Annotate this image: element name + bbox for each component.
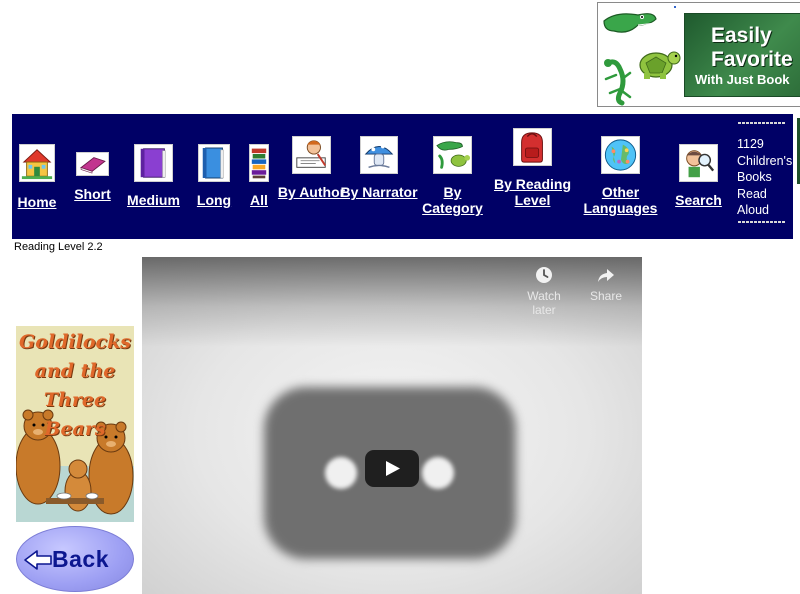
nav-other-languages-label[interactable]: Other Languages (581, 184, 660, 216)
main-nav: Home Short Medium Long All By Author By … (12, 114, 800, 239)
alligator-turtle-lizard-art (603, 13, 681, 106)
house-icon[interactable] (19, 144, 55, 182)
play-icon (386, 461, 400, 476)
left-arrow-icon (24, 550, 52, 570)
nav-by-narrator-label[interactable]: By Narrator (340, 184, 418, 200)
back-button-label[interactable]: Back (52, 546, 109, 573)
watch-later-label: Watch later (527, 289, 561, 317)
book-count-text: 1129 Children's Books Read Aloud (737, 137, 793, 217)
nav-short[interactable]: Short (74, 152, 111, 202)
clock-icon (536, 267, 552, 283)
video-thumbnail-dot-left (325, 457, 357, 489)
nav-by-reading-level-label[interactable]: By Reading Level (493, 176, 572, 208)
nav-by-category[interactable]: By Category (422, 136, 483, 216)
magnifier-boy-icon[interactable] (679, 144, 718, 182)
book-cover-image: Goldilocks and the Three Bears (16, 326, 134, 522)
watch-later-button[interactable]: Watch later (514, 265, 574, 317)
nav-by-narrator[interactable]: By Narrator (340, 136, 418, 216)
author-writing-icon[interactable] (292, 136, 331, 174)
reading-level-text: Reading Level 2.2 (14, 241, 103, 253)
back-button[interactable]: Back (16, 526, 134, 592)
count-divider-top (738, 122, 786, 124)
book-stack-icon[interactable] (249, 144, 269, 182)
ad-line-1: Easily (711, 24, 772, 47)
blue-book-icon[interactable] (198, 144, 230, 182)
red-backpack-icon[interactable] (513, 128, 552, 166)
share-arrow-icon (598, 269, 614, 282)
globe-icon[interactable] (601, 136, 640, 174)
nav-all[interactable]: All (249, 144, 269, 208)
nav-long[interactable]: Long (197, 144, 231, 208)
nav-medium[interactable]: Medium (127, 144, 180, 208)
nav-by-category-label[interactable]: By Category (413, 184, 492, 216)
video-player[interactable]: Watch later Share (142, 257, 642, 594)
nav-by-reading-level[interactable]: By Reading Level (494, 128, 571, 224)
narrator-mushroom-icon[interactable] (360, 136, 398, 174)
nav-by-author[interactable]: By Author (278, 136, 345, 216)
ad-line-2: Favorite (711, 48, 793, 71)
ad-choices-icon[interactable] (674, 6, 676, 8)
nav-search[interactable]: Search (675, 144, 722, 208)
nav-search-label[interactable]: Search (659, 192, 738, 208)
ad-text-panel[interactable]: Easily Favorite With Just Book (684, 13, 800, 97)
video-thumbnail-dot-right (422, 457, 454, 489)
thin-book-icon[interactable] (76, 152, 109, 176)
ad-line-3: With Just Book (695, 72, 790, 87)
purple-book-icon[interactable] (134, 144, 173, 182)
animals-icon[interactable] (433, 136, 472, 174)
banner-ad[interactable]: Easily Favorite With Just Book (597, 2, 800, 107)
nav-other-languages[interactable]: Other Languages (584, 136, 657, 216)
book-cover-title: Goldilocks and the Three Bears (19, 331, 131, 440)
share-button[interactable]: Share (576, 265, 636, 303)
nav-home[interactable]: Home (18, 144, 56, 210)
count-divider-bottom (738, 221, 786, 223)
play-button[interactable] (365, 450, 419, 487)
share-label: Share (589, 289, 623, 303)
